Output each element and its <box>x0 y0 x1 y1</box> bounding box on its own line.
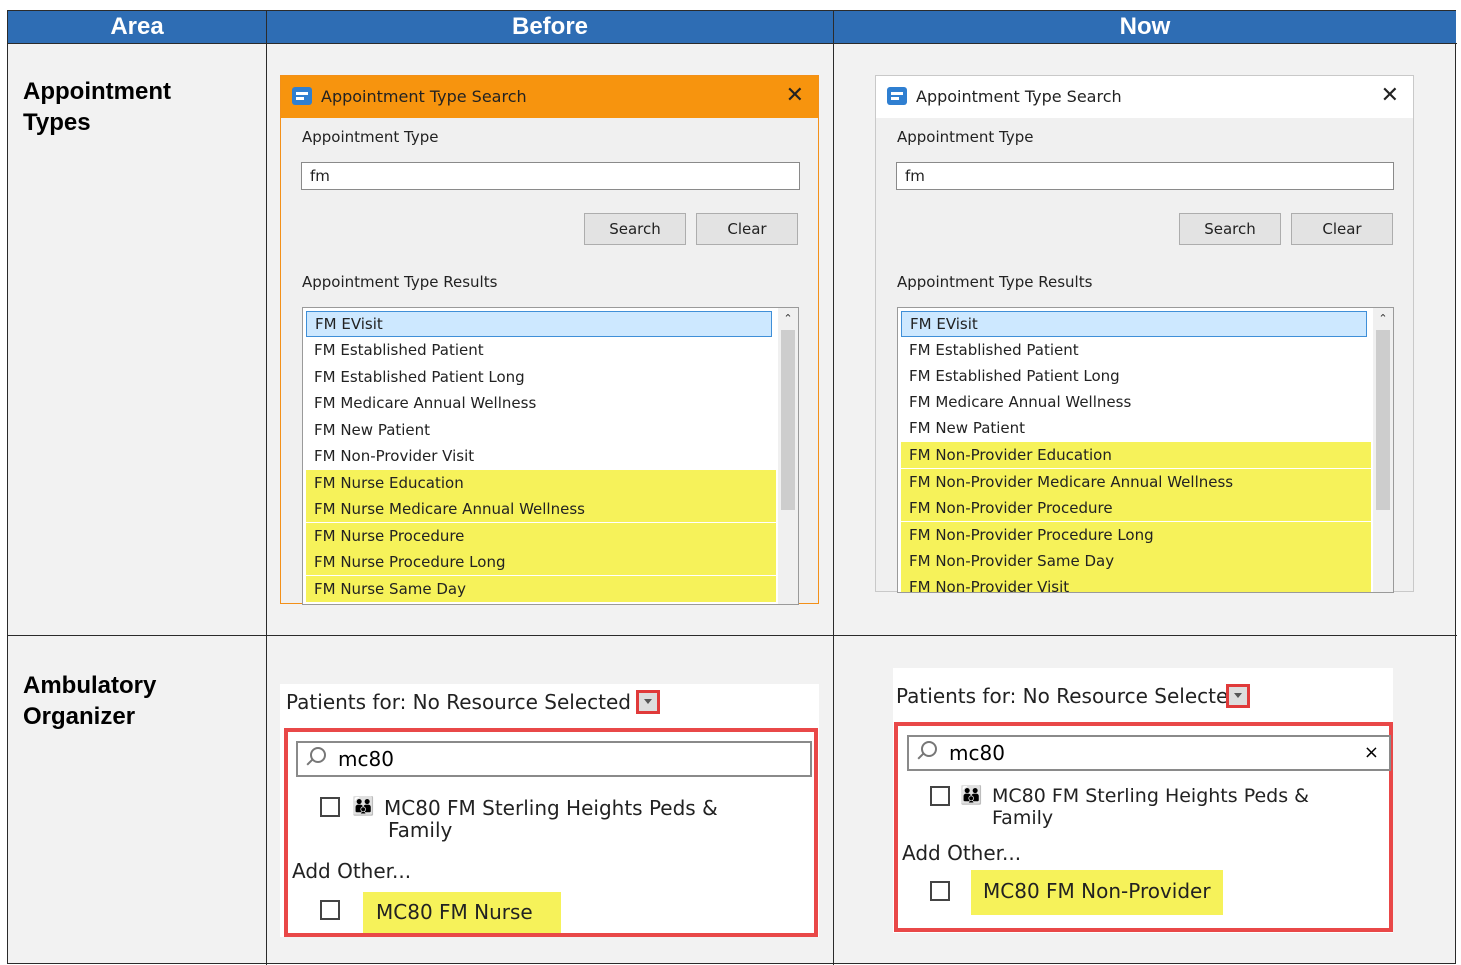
search-icon <box>921 741 937 757</box>
search-button[interactable]: Search <box>1179 213 1281 245</box>
search-value: mc80 <box>949 741 1005 765</box>
other-item-label[interactable]: MC80 FM Nurse <box>376 901 533 923</box>
appointment-type-group-label: Appointment Type <box>302 128 439 146</box>
app-icon <box>887 87 907 105</box>
list-item[interactable]: FM Medicare Annual Wellness <box>306 390 776 416</box>
add-other-label: Add Other... <box>292 859 412 883</box>
add-other-label: Add Other... <box>902 841 1022 865</box>
other-item-label[interactable]: MC80 FM Non-Provider <box>983 880 1211 902</box>
list-item[interactable]: FM Nurse Medicare Annual Wellness <box>306 496 776 522</box>
close-icon[interactable]: ✕ <box>786 76 804 116</box>
list-item[interactable]: FM EVisit <box>901 311 1367 337</box>
group-checkbox[interactable] <box>320 797 340 817</box>
appointment-type-group-label: Appointment Type <box>897 128 1034 146</box>
scroll-thumb[interactable] <box>781 330 795 510</box>
list-item[interactable]: FM Established Patient <box>901 337 1371 363</box>
group-name: MC80 FM Sterling Heights Peds & Family <box>384 796 718 842</box>
group-icon: 👪 <box>960 785 983 805</box>
group-checkbox[interactable] <box>930 786 950 806</box>
appointment-type-results-label: Appointment Type Results <box>302 273 498 291</box>
list-item[interactable]: FM Nurse Same Day <box>306 576 776 602</box>
area-label-ambulatory-organizer: Ambulatory Organizer <box>23 672 157 730</box>
dialog-titlebar: Appointment Type Search ✕ <box>876 76 1413 118</box>
list-item[interactable]: FM Nurse Procedure <box>306 523 776 549</box>
header-area: Area <box>8 11 266 43</box>
search-button[interactable]: Search <box>584 213 686 245</box>
header-now: Now <box>834 11 1456 43</box>
scroll-thumb[interactable] <box>1376 330 1390 510</box>
list-item[interactable]: FM Non-Provider Visit <box>306 443 776 469</box>
results-list: FM EVisit FM Established Patient FM Esta… <box>302 307 799 605</box>
column-divider <box>266 11 267 965</box>
list-item[interactable]: FM Established Patient Long <box>901 363 1371 389</box>
search-value: mc80 <box>338 747 394 771</box>
list-item[interactable]: FM Nurse Procedure Long <box>306 549 776 575</box>
dialog-title: Appointment Type Search <box>321 87 527 106</box>
results-list: FM EVisit FM Established Patient FM Esta… <box>897 307 1394 593</box>
list-item[interactable]: FM Non-Provider Medicare Annual Wellness <box>901 469 1371 495</box>
row-divider <box>8 635 1457 636</box>
scrollbar[interactable]: ⌃ <box>778 308 798 604</box>
list-item[interactable]: FM New Patient <box>901 415 1371 441</box>
patients-for-label: Patients for: No Resource Selected <box>286 690 631 714</box>
search-icon <box>310 747 326 763</box>
organizer-popup-now: mc80 × 👪 MC80 FM Sterling Heights Peds &… <box>894 722 1393 932</box>
area-label-appointment-types: Appointment Types <box>23 78 171 136</box>
search-input[interactable]: mc80 × <box>907 735 1391 771</box>
item-checkbox[interactable] <box>930 881 950 901</box>
clear-button[interactable]: Clear <box>1291 213 1393 245</box>
scroll-up-icon[interactable]: ⌃ <box>778 308 798 328</box>
appointment-type-input[interactable]: fm <box>896 162 1394 190</box>
column-divider <box>833 11 834 965</box>
list-item[interactable]: FM Non-Provider Procedure Long <box>901 522 1371 548</box>
list-item[interactable]: FM Non-Provider Visit <box>901 574 1371 592</box>
scroll-up-icon[interactable]: ⌃ <box>1373 308 1393 328</box>
dialog-titlebar: Appointment Type Search ✕ <box>281 76 818 118</box>
patients-for-label: Patients for: No Resource Selected <box>896 684 1241 708</box>
list-item[interactable]: FM Non-Provider Education <box>901 442 1371 468</box>
list-item[interactable]: FM Nurse Education <box>306 470 776 496</box>
clear-button[interactable]: Clear <box>696 213 798 245</box>
dialog-title: Appointment Type Search <box>916 87 1122 106</box>
appointment-type-search-dialog-before: Appointment Type Search ✕ Appointment Ty… <box>280 75 819 605</box>
list-item[interactable]: FM Medicare Annual Wellness <box>901 389 1371 415</box>
header-before: Before <box>267 11 833 43</box>
list-item[interactable]: FM Established Patient <box>306 337 776 363</box>
list-item[interactable]: FM Non-Provider Procedure <box>901 495 1371 521</box>
group-name: MC80 FM Sterling Heights Peds & Family <box>992 785 1309 829</box>
group-icon: 👪 <box>352 796 375 816</box>
list-item[interactable]: FM Non-Provider Same Day <box>901 548 1371 574</box>
list-item[interactable]: FM Established Patient Long <box>306 364 776 390</box>
resource-dropdown-icon[interactable] <box>636 690 660 714</box>
item-checkbox[interactable] <box>320 900 340 920</box>
list-item[interactable]: FM New Patient <box>306 417 776 443</box>
header-divider <box>8 43 1457 44</box>
appointment-type-results-label: Appointment Type Results <box>897 273 1093 291</box>
search-input[interactable]: mc80 <box>296 741 812 777</box>
app-icon <box>292 87 312 105</box>
appointment-type-search-dialog-now: Appointment Type Search ✕ Appointment Ty… <box>875 75 1414 593</box>
organizer-popup-before: mc80 👪 MC80 FM Sterling Heights Peds & F… <box>284 728 818 937</box>
resource-dropdown-icon[interactable] <box>1226 684 1250 708</box>
list-item[interactable]: FM EVisit <box>306 311 772 337</box>
appointment-type-input[interactable]: fm <box>301 162 800 190</box>
clear-search-icon[interactable]: × <box>1364 737 1379 769</box>
close-icon[interactable]: ✕ <box>1381 76 1399 116</box>
scrollbar[interactable]: ⌃ <box>1373 308 1393 592</box>
